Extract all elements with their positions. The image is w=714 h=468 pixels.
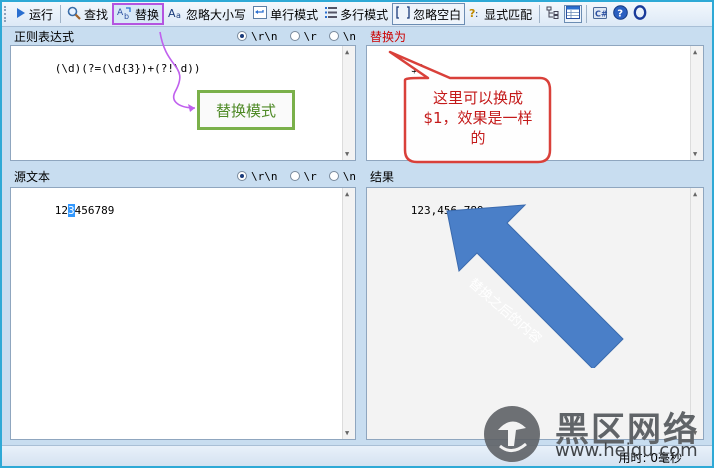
regex-pane-title: 正则表达式: [14, 29, 75, 44]
svg-text:a: a: [176, 11, 181, 20]
single-line-icon: [253, 6, 268, 22]
replace-mode-callout: 替换模式: [197, 90, 295, 130]
replace-icon: Ab: [117, 6, 132, 23]
tree-icon: [546, 6, 560, 23]
scroll-up-icon[interactable]: ▲: [345, 190, 349, 198]
svg-text:?: ?: [617, 9, 623, 20]
table-icon: [566, 6, 581, 22]
replace-scrollbar[interactable]: ▲ ▼: [690, 46, 703, 160]
toolbar-grip[interactable]: [4, 6, 9, 22]
about-button[interactable]: [631, 5, 649, 23]
code-icon: C#: [592, 6, 608, 23]
result-pane-header: 结果: [366, 168, 704, 184]
svg-text::: :: [475, 9, 478, 19]
source-pane-title: 源文本: [14, 169, 51, 184]
source-option-crlf[interactable]: \r\n: [237, 170, 278, 183]
replace-mode-callout-text: 替换模式: [215, 101, 276, 120]
scroll-down-icon[interactable]: ▼: [345, 429, 349, 437]
source-pane-header: 源文本 \r\n \r \n: [10, 168, 356, 184]
source-pane: 源文本 \r\n \r \n 123456789 ▲ ▼: [10, 168, 356, 440]
toolbar-separator: [60, 5, 62, 23]
table-view-button[interactable]: [564, 5, 583, 23]
help-icon: ?: [612, 5, 628, 23]
csharp-code-button[interactable]: C#: [591, 5, 609, 23]
scroll-down-icon[interactable]: ▼: [693, 150, 697, 158]
red-callout-text: 这里可以换成 $1，效果是一样 的: [408, 88, 548, 148]
result-pane-title: 结果: [370, 169, 395, 184]
run-label: 运行: [29, 7, 54, 22]
red-callout-line-3: 的: [470, 129, 486, 147]
red-callout-line-2: $1，效果是一样: [423, 109, 533, 127]
replace-pane-title: 替换为: [370, 29, 407, 44]
regex-option-crlf[interactable]: \r\n: [237, 30, 278, 43]
replace-button[interactable]: Ab 替换: [112, 3, 165, 25]
multi-line-label: 多行模式: [340, 7, 389, 22]
single-line-toggle[interactable]: 单行模式: [250, 3, 321, 25]
ignore-whitespace-label: 忽略空白: [413, 7, 462, 22]
single-line-label: 单行模式: [270, 7, 319, 22]
red-callout-line-1: 这里可以换成: [432, 89, 523, 107]
multi-line-icon: [325, 6, 338, 22]
source-text-before: 12: [54, 204, 68, 217]
svg-text:b: b: [124, 12, 129, 20]
scroll-down-icon[interactable]: ▼: [345, 150, 349, 158]
regex-newline-options: \r\n \r \n: [225, 30, 356, 43]
find-label: 查找: [84, 7, 109, 22]
regex-option-cr[interactable]: \r: [289, 30, 317, 43]
replace-label: 替换: [135, 7, 160, 22]
source-option-lf[interactable]: \n: [328, 170, 356, 183]
toolbar-separator: [539, 5, 541, 23]
regex-tester-window: 运行 查找 Ab 替换 Aa 忽略大小写 单行模式 多行模式 忽略空白 ?: …: [0, 0, 714, 468]
about-icon: [633, 5, 647, 23]
question-icon: ?:: [469, 6, 481, 22]
case-icon: Aa: [168, 6, 183, 23]
radio-icon: [328, 31, 339, 41]
whitespace-icon: [396, 6, 410, 22]
toolbar: 运行 查找 Ab 替换 Aa 忽略大小写 单行模式 多行模式 忽略空白 ?: …: [2, 2, 712, 27]
regex-option-lf[interactable]: \n: [328, 30, 356, 43]
radio-icon: [289, 171, 300, 181]
replace-pane-header: 替换为: [366, 28, 704, 44]
radio-icon: [328, 171, 339, 181]
radio-icon: [289, 31, 300, 41]
source-option-cr[interactable]: \r: [289, 170, 317, 183]
scroll-up-icon[interactable]: ▲: [693, 190, 697, 198]
magnifier-icon: [67, 6, 81, 23]
run-button[interactable]: 运行: [13, 3, 56, 25]
svg-text:A: A: [117, 8, 124, 18]
scroll-up-icon[interactable]: ▲: [693, 48, 697, 56]
play-icon: [16, 7, 26, 22]
source-input[interactable]: 123456789 ▲ ▼: [10, 187, 356, 440]
multi-line-toggle[interactable]: 多行模式: [322, 3, 391, 25]
explicit-capture-label: 显式匹配: [484, 7, 533, 22]
radio-selected-icon: [237, 31, 247, 41]
explicit-capture-toggle[interactable]: ?: 显式匹配: [466, 3, 535, 25]
ignore-case-toggle[interactable]: Aa 忽略大小写: [165, 3, 249, 25]
ignore-whitespace-toggle[interactable]: 忽略空白: [392, 3, 466, 25]
svg-text:A: A: [168, 7, 176, 20]
scroll-up-icon[interactable]: ▲: [345, 48, 349, 56]
source-newline-options: \r\n \r \n: [225, 170, 356, 183]
regex-scrollbar[interactable]: ▲ ▼: [342, 46, 355, 160]
svg-text:C#: C#: [595, 9, 608, 18]
source-scrollbar[interactable]: ▲ ▼: [342, 188, 355, 439]
source-text-selection: 3: [68, 204, 75, 217]
radio-selected-icon: [237, 171, 247, 181]
ignore-case-label: 忽略大小写: [186, 7, 247, 22]
toolbar-separator: [586, 5, 588, 23]
tree-view-button[interactable]: [544, 5, 562, 23]
help-button[interactable]: ?: [611, 5, 629, 23]
find-button[interactable]: 查找: [64, 3, 111, 25]
source-text-after: 456789: [74, 204, 115, 217]
watermark-url: www.heiqu.com: [555, 440, 698, 461]
